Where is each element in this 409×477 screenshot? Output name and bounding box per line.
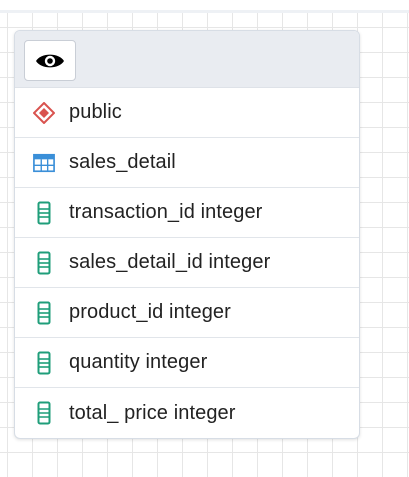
- column-row[interactable]: sales_detail_id integer: [15, 238, 359, 288]
- column-label: quantity integer: [69, 351, 208, 373]
- column-row[interactable]: total_ price integer: [15, 388, 359, 438]
- column-row[interactable]: product_id integer: [15, 288, 359, 338]
- column-icon: [33, 351, 55, 375]
- schema-diamond-icon: [33, 101, 55, 125]
- toggle-details-button[interactable]: [24, 40, 76, 81]
- table-node-sales-detail[interactable]: public sales_detail transaction_id integ…: [14, 30, 360, 439]
- table-name: sales_detail: [69, 151, 176, 173]
- column-row[interactable]: transaction_id integer: [15, 188, 359, 238]
- table-row[interactable]: sales_detail: [15, 138, 359, 188]
- column-label: product_id integer: [69, 301, 231, 323]
- column-icon: [33, 201, 55, 225]
- top-strip: [0, 0, 409, 10]
- table-grid-icon: [33, 151, 55, 175]
- column-row[interactable]: quantity integer: [15, 338, 359, 388]
- column-label: sales_detail_id integer: [69, 251, 271, 273]
- column-icon: [33, 301, 55, 325]
- column-label: total_ price integer: [69, 401, 236, 424]
- schema-name: public: [69, 101, 122, 123]
- table-node-header: [15, 31, 359, 88]
- column-label: transaction_id integer: [69, 201, 263, 223]
- column-icon: [33, 401, 55, 425]
- schema-row[interactable]: public: [15, 88, 359, 138]
- column-icon: [33, 251, 55, 275]
- eye-icon: [35, 51, 65, 71]
- top-divider: [0, 10, 409, 13]
